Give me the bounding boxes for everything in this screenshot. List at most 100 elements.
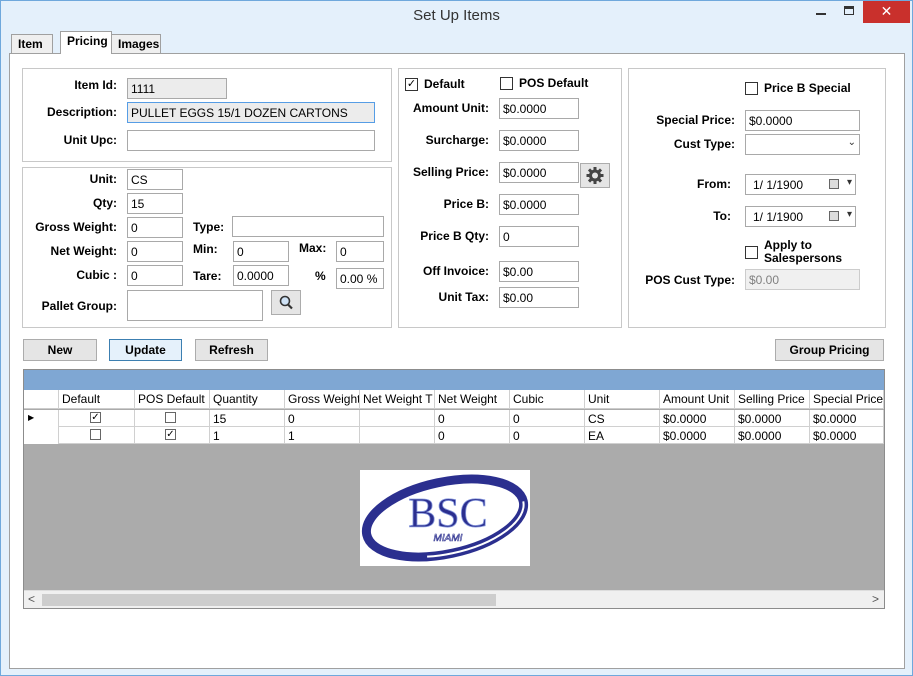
title-bar: Set Up Items ✕ [1, 1, 912, 31]
cell-selling-price[interactable]: $0.0000 [735, 410, 810, 427]
row-default-checkbox[interactable]: ✓ [90, 412, 101, 423]
pallet-search-button[interactable] [271, 290, 301, 315]
description-field[interactable]: PULLET EGGS 15/1 DOZEN CARTONS [127, 102, 375, 123]
column-header-special-price[interactable]: Special Price [810, 390, 884, 409]
special-price-field[interactable]: $0.0000 [745, 110, 860, 131]
unit-tax-field[interactable]: $0.00 [499, 287, 579, 308]
minimize-button[interactable] [807, 1, 835, 23]
tab-images[interactable]: Images [111, 34, 161, 53]
cell-net-weight[interactable]: 0 [435, 410, 510, 427]
cell-amount-unit[interactable]: $0.0000 [660, 427, 735, 444]
net-weight-field[interactable]: 0 [127, 241, 183, 262]
default-checkbox[interactable]: ✓ [405, 78, 418, 91]
cell-cubic[interactable]: 0 [510, 410, 585, 427]
cell-pos-default[interactable]: ✓ [135, 427, 210, 444]
from-date-picker[interactable]: 1/ 1/1900 ▾ [745, 174, 856, 195]
unit-upc-label: Unit Upc: [63, 133, 117, 147]
column-header-gross-weight[interactable]: Gross Weight [285, 390, 360, 409]
row-pos-default-checkbox[interactable] [165, 412, 176, 423]
gross-weight-field[interactable]: 0 [127, 217, 183, 238]
amount-unit-field[interactable]: $0.0000 [499, 98, 579, 119]
tare-field[interactable]: 0.0000 [233, 265, 289, 286]
percent-label: % [315, 269, 326, 283]
column-header-selling-price[interactable]: Selling Price [735, 390, 810, 409]
tab-pricing[interactable]: Pricing [60, 31, 112, 54]
special-price-label: Special Price: [656, 113, 735, 127]
price-settings-button[interactable] [580, 163, 610, 188]
unit-upc-field[interactable] [127, 130, 375, 151]
cell-gross-weight[interactable]: 0 [285, 410, 360, 427]
item-id-field[interactable]: 1111 [127, 78, 227, 99]
column-header-amount-unit[interactable]: Amount Unit [660, 390, 735, 409]
price-b-qty-field[interactable]: 0 [499, 226, 579, 247]
pricing-grid[interactable]: Default POS Default Quantity Gross Weigh… [23, 369, 885, 609]
row-header[interactable]: ▶ [24, 410, 59, 427]
unit-field[interactable]: CS [127, 169, 183, 190]
max-field[interactable]: 0 [336, 241, 384, 262]
pos-default-checkbox[interactable] [500, 77, 513, 90]
new-button[interactable]: New [23, 339, 97, 361]
column-header-net-weight-t[interactable]: Net Weight T [360, 390, 435, 409]
refresh-button[interactable]: Refresh [195, 339, 268, 361]
cell-quantity[interactable]: 15 [210, 410, 285, 427]
units-group: Unit: CS Qty: 15 Gross Weight: 0 Type: N… [22, 167, 392, 328]
cell-gross-weight[interactable]: 1 [285, 427, 360, 444]
cell-default[interactable]: ✓ [59, 410, 135, 427]
update-button[interactable]: Update [109, 339, 182, 361]
off-invoice-field[interactable]: $0.00 [499, 261, 579, 282]
price-b-special-checkbox[interactable] [745, 82, 758, 95]
cell-unit[interactable]: CS [585, 410, 660, 427]
scroll-right-icon[interactable]: > [872, 592, 879, 606]
minimize-icon [816, 13, 826, 15]
cell-default[interactable] [59, 427, 135, 444]
percent-field[interactable]: 0.00 % [336, 268, 384, 289]
column-header-pos-default[interactable]: POS Default [135, 390, 210, 409]
cell-special-price[interactable]: $0.0000 [810, 427, 884, 444]
cell-cubic[interactable]: 0 [510, 427, 585, 444]
row-pos-default-checkbox[interactable]: ✓ [165, 429, 176, 440]
row-header[interactable] [24, 427, 59, 444]
cell-net-weight[interactable]: 0 [435, 427, 510, 444]
column-header-unit[interactable]: Unit [585, 390, 660, 409]
to-date-picker[interactable]: 1/ 1/1900 ▾ [745, 206, 856, 227]
surcharge-field[interactable]: $0.0000 [499, 130, 579, 151]
scrollbar-thumb[interactable] [42, 594, 496, 606]
scroll-left-icon[interactable]: < [28, 592, 35, 606]
selling-price-field[interactable]: $0.0000 [499, 162, 579, 183]
cust-type-select[interactable]: ⌄ [745, 134, 860, 155]
selling-price-label: Selling Price: [412, 165, 489, 179]
horizontal-scrollbar[interactable]: < > [24, 590, 884, 608]
column-header-net-weight[interactable]: Net Weight [435, 390, 510, 409]
min-field[interactable]: 0 [233, 241, 289, 262]
qty-field[interactable]: 15 [127, 193, 183, 214]
cell-special-price[interactable]: $0.0000 [810, 410, 884, 427]
column-header-default[interactable]: Default [59, 390, 135, 409]
pallet-group-field[interactable] [127, 290, 263, 321]
cell-net-weight-t[interactable] [360, 410, 435, 427]
row-default-checkbox[interactable] [90, 429, 101, 440]
apply-salespersons-checkbox[interactable] [745, 246, 758, 259]
price-b-field[interactable]: $0.0000 [499, 194, 579, 215]
current-row-icon: ▶ [28, 413, 35, 422]
maximize-button[interactable] [835, 1, 863, 23]
cell-quantity[interactable]: 1 [210, 427, 285, 444]
cell-unit[interactable]: EA [585, 427, 660, 444]
unit-tax-label: Unit Tax: [438, 290, 489, 304]
table-row[interactable]: ▶ ✓ 15 0 0 0 CS $0.0000 $0.0000 $0.0000 [24, 410, 884, 427]
column-header-cubic[interactable]: Cubic [510, 390, 585, 409]
column-header-quantity[interactable]: Quantity [210, 390, 285, 409]
maximize-icon [844, 6, 854, 15]
type-field[interactable] [232, 216, 384, 237]
price-b-label: Price B: [443, 197, 489, 211]
cell-selling-price[interactable]: $0.0000 [735, 427, 810, 444]
group-pricing-button[interactable]: Group Pricing [775, 339, 884, 361]
table-row[interactable]: ✓ 1 1 0 0 EA $0.0000 $0.0000 $0.0000 [24, 427, 884, 444]
cell-amount-unit[interactable]: $0.0000 [660, 410, 735, 427]
search-icon [279, 295, 293, 310]
close-button[interactable]: ✕ [863, 1, 910, 23]
tab-item[interactable]: Item [11, 34, 53, 53]
cell-pos-default[interactable] [135, 410, 210, 427]
pos-cust-type-field[interactable]: $0.00 [745, 269, 860, 290]
cell-net-weight-t[interactable] [360, 427, 435, 444]
cubic-field[interactable]: 0 [127, 265, 183, 286]
